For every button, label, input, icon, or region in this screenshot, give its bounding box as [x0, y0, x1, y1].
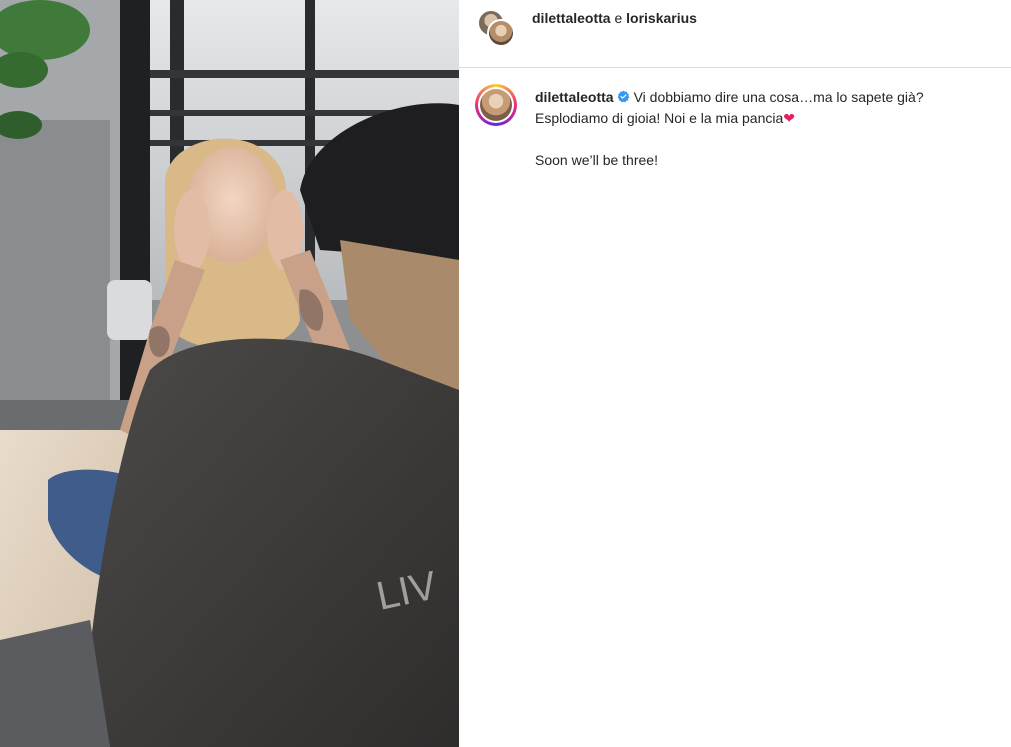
caption-username[interactable]: dilettaleotta	[535, 89, 614, 105]
collab-avatars[interactable]	[477, 9, 515, 47]
caption-line-2: Esplodiamo di gioia! Noi e la mia pancia	[535, 110, 784, 126]
header-conjunction: e	[614, 10, 623, 26]
red-heart-icon: ❤	[783, 110, 795, 126]
post-details-panel: dilettaleotta e loriskarius dilettaleott…	[459, 0, 1011, 747]
header-username-2[interactable]: loriskarius	[626, 10, 697, 26]
avatar-user1[interactable]	[487, 19, 515, 47]
header-username-1[interactable]: dilettaleotta	[532, 10, 611, 26]
verified-badge-icon	[617, 90, 630, 103]
caption-line-3: Soon we’ll be three!	[535, 152, 658, 168]
caption-text: dilettaleotta Vi dobbiamo dire una cosa…m…	[535, 87, 995, 171]
collab-usernames: dilettaleotta e loriskarius	[532, 10, 697, 26]
post-photo[interactable]: LIV	[0, 0, 459, 747]
caption-avatar[interactable]	[475, 84, 517, 126]
photo-illustration: LIV	[0, 0, 459, 747]
caption-line-1: Vi dobbiamo dire una cosa…ma lo sapete g…	[633, 89, 924, 105]
post-header: dilettaleotta e loriskarius	[459, 0, 1011, 68]
